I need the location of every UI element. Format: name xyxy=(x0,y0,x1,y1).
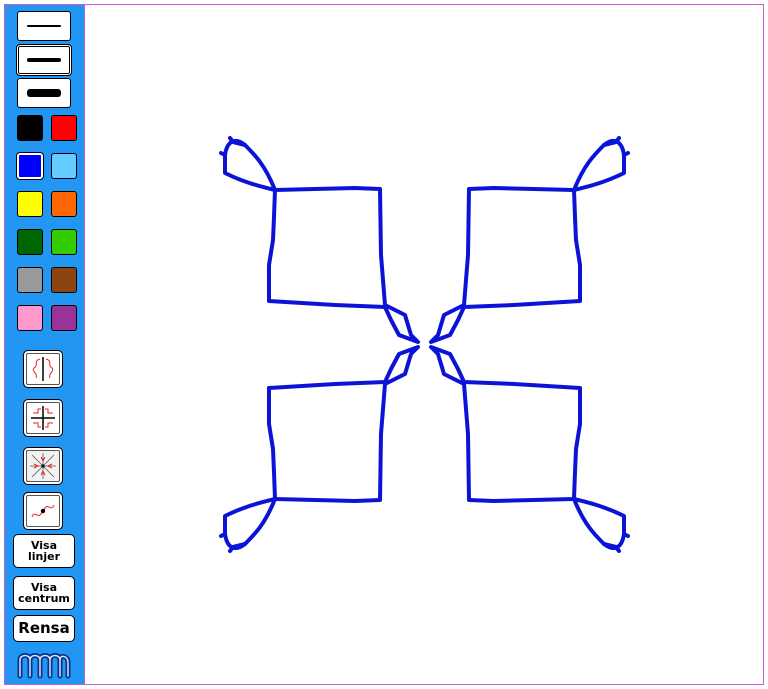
toolbar: Visa linjer Visa centrum Rensa xyxy=(5,5,85,684)
show-lines-label-2: linjer xyxy=(27,550,61,563)
drawing-canvas[interactable] xyxy=(85,5,763,684)
drawn-stroke xyxy=(572,138,626,192)
show-center-button[interactable]: Visa centrum xyxy=(13,576,75,610)
drawn-stroke xyxy=(267,345,420,503)
drawing-quadrant xyxy=(219,136,420,344)
color-swatch[interactable] xyxy=(17,229,43,255)
line-width-thick-button[interactable] xyxy=(17,78,71,108)
app-logo-icon xyxy=(17,653,71,679)
clear-button[interactable]: Rensa xyxy=(13,615,75,642)
drawing-quadrant xyxy=(219,345,420,553)
color-swatch[interactable] xyxy=(51,229,77,255)
color-swatch[interactable] xyxy=(17,305,43,331)
color-swatch[interactable] xyxy=(51,115,77,141)
point-symmetry-button[interactable] xyxy=(23,492,63,530)
show-lines-button[interactable]: Visa linjer xyxy=(13,534,75,568)
drawn-stroke xyxy=(572,497,626,551)
drawn-stroke xyxy=(267,186,420,344)
thin-line-icon xyxy=(27,25,61,27)
drawn-stroke xyxy=(429,186,582,344)
drawn-stroke xyxy=(223,138,277,192)
mirror-vertical-icon xyxy=(32,357,54,381)
clear-button-label: Rensa xyxy=(18,619,70,637)
drawing-quadrant xyxy=(429,345,630,553)
drawing-strokes xyxy=(219,136,630,553)
mirror-vertical-button[interactable] xyxy=(23,350,63,388)
color-swatch[interactable] xyxy=(51,305,77,331)
drawn-stroke xyxy=(223,497,277,551)
drawing-quadrant xyxy=(429,136,630,344)
color-swatch[interactable] xyxy=(17,153,43,179)
color-swatch[interactable] xyxy=(17,115,43,141)
thick-line-icon xyxy=(27,89,61,97)
color-swatch[interactable] xyxy=(51,191,77,217)
app-frame: Visa linjer Visa centrum Rensa xyxy=(4,4,764,685)
medium-line-icon xyxy=(27,58,61,62)
mirror-four-button[interactable] xyxy=(23,399,63,437)
color-swatch[interactable] xyxy=(51,153,77,179)
color-swatch[interactable] xyxy=(17,267,43,293)
color-swatch[interactable] xyxy=(17,191,43,217)
kaleidoscope-button[interactable] xyxy=(23,447,63,485)
kaleidoscope-icon xyxy=(30,453,56,479)
drawn-stroke xyxy=(429,345,582,503)
show-center-label-2: centrum xyxy=(18,592,70,605)
line-width-medium-button[interactable] xyxy=(16,44,72,76)
point-symmetry-icon xyxy=(31,504,55,518)
mirror-four-icon xyxy=(31,406,55,430)
line-width-thin-button[interactable] xyxy=(17,11,71,41)
color-swatch[interactable] xyxy=(51,267,77,293)
